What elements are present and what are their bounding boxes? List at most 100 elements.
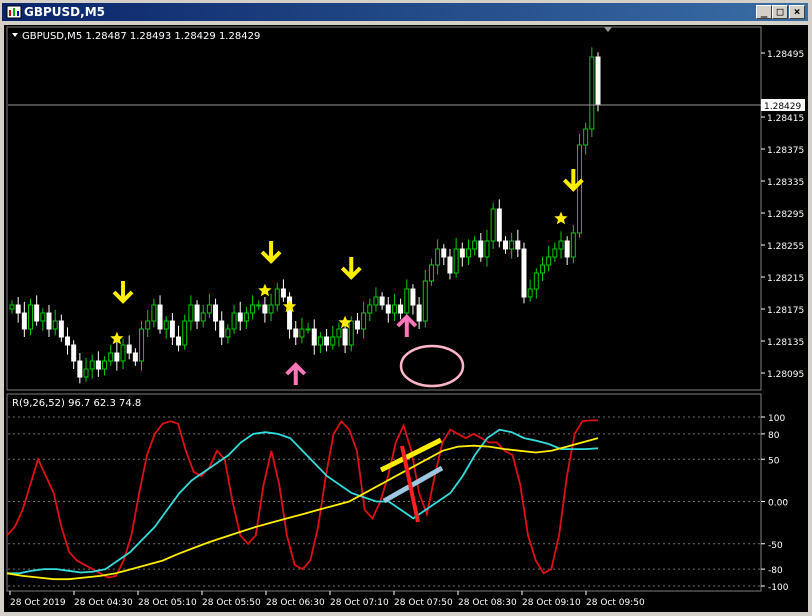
candle-bull [305,328,311,331]
price-tick-label: 1.28415 [767,114,804,124]
candle-bear [595,56,601,106]
candle-bear [213,304,219,322]
candle-bear [237,312,243,322]
candle-bull [108,352,114,362]
candle-bear [65,336,71,346]
candle-bull [404,288,410,314]
candle-bull [558,240,564,250]
candle-bear [46,312,52,330]
candle-bull [367,304,373,314]
candle-bull [188,304,194,322]
candle-bull [206,304,212,314]
time-tick-label: 28 Oct 05:50 [202,598,261,608]
chart-svg[interactable]: GBPUSD,M5 1.28487 1.28493 1.28429 1.2842… [4,25,808,612]
chart-shift-icon[interactable] [604,27,612,32]
candle-bull [330,336,336,346]
candle-bear [126,344,132,354]
candle-bear [354,320,360,330]
candle-bull [256,304,262,307]
candle-bull [268,304,274,314]
candle-bull [250,304,256,314]
candle-bear [459,248,465,258]
candle-bull [28,304,34,330]
time-tick-label: 28 Oct 2019 [10,598,66,608]
candle-bear [176,336,182,346]
time-tick-label: 28 Oct 05:10 [138,598,197,608]
candle-bear [169,320,175,338]
candle-bear [21,312,27,330]
candle-bull [83,368,89,378]
candle-bull [52,320,58,330]
candle-bull [472,240,478,250]
candle-bear [502,240,508,250]
indicator-scale: 100 80 50 0.00 -50 -80 -100 [8,414,789,593]
candle-bear [95,360,101,370]
candle-bear [478,240,484,258]
minimize-button[interactable]: _ [756,5,772,19]
candle-bear [262,304,268,314]
candle-bear [515,240,521,250]
arrow-up-icon [285,362,307,385]
time-tick-label: 28 Oct 08:30 [458,598,517,608]
price-tick-label: 1.28255 [767,242,804,252]
price-tick-label: 1.28215 [767,274,804,284]
price-tick-label: 1.28135 [767,338,804,348]
indicator-tick-label: -50 [768,541,783,551]
indicator-tick-label: 0.00 [768,499,788,509]
indicator-tick-label: 80 [768,431,780,441]
candle-bear [219,320,225,338]
time-tick-label: 28 Oct 04:30 [74,598,133,608]
candle-bear [379,296,385,306]
close-button[interactable]: × [789,5,805,19]
candle-bull [120,344,126,362]
candle-bull [151,304,157,322]
candle-bear [311,328,317,346]
candle-bull [231,312,237,330]
main-header: GBPUSD,M5 1.28487 1.28493 1.28429 1.2842… [22,31,260,42]
candle-bull [299,328,305,338]
candle-bull [484,240,490,258]
candle-bear [34,304,40,322]
candle-bull [361,312,367,330]
candle-bull [102,360,108,370]
candle-bull [200,312,206,322]
price-tick-label: 1.28095 [767,370,804,380]
candle-bear [132,352,138,362]
candle-bear [410,288,416,306]
candle-bear [58,320,64,338]
candle-bull [89,360,95,370]
current-price-label: 1.28429 [764,102,801,112]
candle-bear [77,360,83,378]
window-title: GBPUSD,M5 [24,5,105,19]
highlight-circle [399,344,465,388]
time-tick-label: 28 Oct 07:10 [330,598,389,608]
candle-bull [552,248,558,258]
chart-area[interactable]: GBPUSD,M5 1.28487 1.28493 1.28429 1.2842… [4,25,808,612]
indicator-panel-frame [6,393,762,592]
arrow-down-icon [112,281,134,304]
candle-bear [441,248,447,258]
main-panel-frame [6,26,762,391]
candle-bear [293,328,299,338]
candle-bear [385,304,391,314]
maximize-button[interactable]: □ [772,5,788,19]
panel-menu-icon[interactable] [12,33,18,37]
candle-bull [533,272,539,290]
indicator-tick-label: -100 [768,583,789,593]
candle-bull [243,312,249,322]
candle-bull [465,248,471,258]
yellow-trend-stroke [379,437,443,473]
candle-bull [435,248,441,266]
candle-bull [509,240,515,250]
indicator-lines [6,419,599,581]
time-tick-label: 28 Oct 06:30 [266,598,325,608]
candle-bull [546,256,552,266]
candle-bear [342,328,348,346]
candle-bear [496,208,502,242]
candle-bull [428,264,434,282]
indicator-line-1 [6,419,598,579]
candle-bull [570,232,576,258]
candle-bear [280,288,286,298]
candle-bear [447,256,453,274]
candle-bull [453,248,459,274]
